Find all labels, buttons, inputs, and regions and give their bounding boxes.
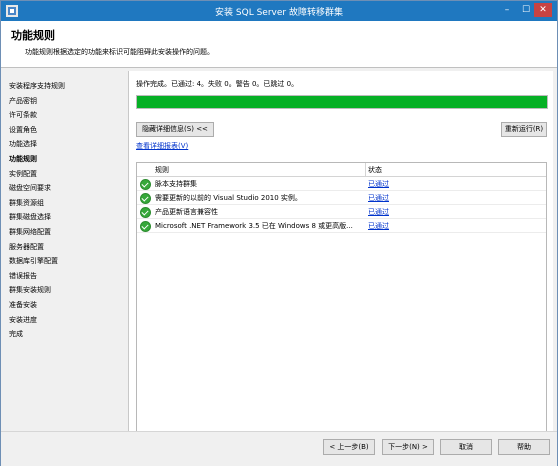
- help-button[interactable]: 帮助: [498, 439, 550, 455]
- sidebar-item-cluster-install-rules[interactable]: 群集安装规则: [9, 283, 127, 298]
- main-panel: 操作完成。已通过: 4。失败 0。警告 0。已跳过 0。 隐藏详细信息(S) <…: [128, 71, 553, 432]
- title-bar: 安装 SQL Server 故障转移群集 – ☐ ✕: [1, 1, 557, 21]
- sidebar-item-instance-configuration[interactable]: 实例配置: [9, 167, 127, 182]
- rules-table: 规则 状态 脉本支持群集 已通过 需要更新的以前的 Visual Studio …: [136, 162, 547, 432]
- sidebar-item-feature-selection[interactable]: 功能选择: [9, 137, 127, 152]
- sidebar-nav: 安装程序支持规则 产品密钥 许可条款 设置角色 功能选择 功能规则 实例配置 磁…: [9, 79, 127, 342]
- page-title: 功能规则: [11, 29, 55, 42]
- close-button[interactable]: ✕: [534, 3, 552, 17]
- hide-details-button[interactable]: 隐藏详细信息(S) <<: [136, 122, 214, 137]
- next-button[interactable]: 下一步(N) >: [382, 439, 434, 455]
- window-title: 安装 SQL Server 故障转移群集: [215, 8, 343, 18]
- table-row[interactable]: 产品更新语言兼容性 已通过: [137, 205, 546, 219]
- table-row[interactable]: Microsoft .NET Framework 3.5 已在 Windows …: [137, 219, 546, 233]
- green-check-icon: [140, 193, 151, 204]
- sidebar-item-error-reporting[interactable]: 错误报告: [9, 269, 127, 284]
- sidebar-item-server-configuration[interactable]: 服务器配置: [9, 240, 127, 255]
- status-link[interactable]: 已通过: [368, 193, 389, 203]
- rule-name: 需要更新的以前的 Visual Studio 2010 实例。: [155, 194, 302, 202]
- back-button[interactable]: < 上一步(B): [323, 439, 375, 455]
- progress-bar: [136, 95, 548, 109]
- sidebar-item-feature-rules[interactable]: 功能规则: [9, 152, 127, 167]
- sidebar-item-install-progress[interactable]: 安装进度: [9, 313, 127, 328]
- rerun-button[interactable]: 重新运行(R): [501, 122, 547, 137]
- status-link[interactable]: 已通过: [368, 221, 389, 231]
- view-report-link[interactable]: 查看详细报表(V): [136, 141, 188, 151]
- table-row[interactable]: 需要更新的以前的 Visual Studio 2010 实例。 已通过: [137, 191, 546, 205]
- sidebar-item-product-key[interactable]: 产品密钥: [9, 94, 127, 109]
- sidebar-item-setup-role[interactable]: 设置角色: [9, 123, 127, 138]
- sidebar-item-cluster-resource-group[interactable]: 群集资源组: [9, 196, 127, 211]
- sidebar-item-disk-space[interactable]: 磁盘空间要求: [9, 181, 127, 196]
- sidebar-item-database-engine[interactable]: 数据库引擎配置: [9, 254, 127, 269]
- green-check-icon: [140, 207, 151, 218]
- sidebar-item-cluster-network[interactable]: 群集网络配置: [9, 225, 127, 240]
- green-check-icon: [140, 179, 151, 190]
- maximize-button[interactable]: ☐: [517, 3, 535, 17]
- sidebar-item-cluster-disk-selection[interactable]: 群集磁盘选择: [9, 210, 127, 225]
- rule-name: 产品更新语言兼容性: [155, 208, 218, 216]
- sidebar-item-ready-to-install[interactable]: 准备安装: [9, 298, 127, 313]
- page-header: 功能规则 功能规则根据选定的功能来标识可能阻碍此安装操作的问题。: [1, 21, 557, 68]
- cancel-button[interactable]: 取消: [440, 439, 492, 455]
- green-check-icon: [140, 221, 151, 232]
- sidebar-item-setup-support-rules[interactable]: 安装程序支持规则: [9, 79, 127, 94]
- rule-name: 脉本支持群集: [155, 180, 197, 188]
- rule-name: Microsoft .NET Framework 3.5 已在 Windows …: [155, 222, 353, 230]
- column-header-rule[interactable]: 规则: [155, 165, 169, 175]
- operation-summary: 操作完成。已通过: 4。失败 0。警告 0。已跳过 0。: [136, 80, 299, 88]
- table-header: 规则 状态: [137, 163, 546, 177]
- sidebar-item-license-terms[interactable]: 许可条款: [9, 108, 127, 123]
- table-row[interactable]: 脉本支持群集 已通过: [137, 177, 546, 191]
- status-link[interactable]: 已通过: [368, 179, 389, 189]
- status-link[interactable]: 已通过: [368, 207, 389, 217]
- setup-window: 安装 SQL Server 故障转移群集 – ☐ ✕ 功能规则 功能规则根据选定…: [0, 0, 558, 466]
- sidebar-item-complete[interactable]: 完成: [9, 327, 127, 342]
- column-header-status[interactable]: 状态: [368, 165, 382, 175]
- page-description: 功能规则根据选定的功能来标识可能阻碍此安装操作的问题。: [25, 48, 214, 56]
- column-divider[interactable]: [365, 163, 366, 176]
- minimize-button[interactable]: –: [498, 3, 516, 17]
